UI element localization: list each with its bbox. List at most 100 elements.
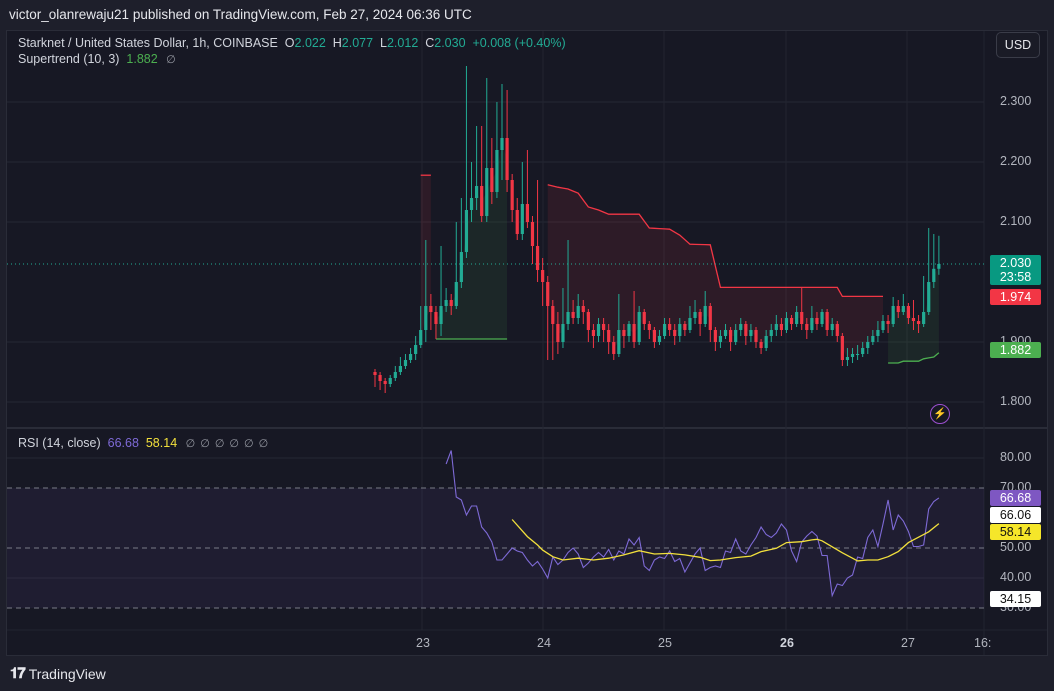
candle-body	[749, 330, 753, 336]
low-value: 2.012	[386, 36, 419, 50]
candle-body	[850, 354, 855, 357]
candle-body	[886, 321, 890, 324]
candle-body	[612, 342, 616, 354]
candle-body	[637, 312, 641, 342]
brand-name: TradingView	[28, 665, 106, 682]
price-tick-label: 2.200	[1000, 154, 1032, 168]
lightning-icon[interactable]: ⚡	[930, 404, 950, 424]
candle-body	[713, 330, 717, 342]
last-price-badge: 2.030 23:58	[990, 255, 1041, 285]
rsi-tick-label: 50.00	[1000, 540, 1032, 554]
rsi-ma-badge: 58.14	[990, 524, 1041, 540]
candle-body	[840, 336, 844, 360]
candle-body	[535, 246, 540, 270]
rsi-tick-label: 80.00	[1000, 450, 1032, 464]
symbol-title: Starknet / United States Dollar, 1h, COI…	[18, 36, 278, 50]
candle-body	[784, 318, 789, 330]
candle-body	[789, 318, 794, 324]
close-value: 2.030	[434, 36, 466, 50]
rsi-ma-value: 58.14	[145, 436, 178, 450]
candle-body	[901, 306, 905, 312]
supertrend-label: Supertrend (10, 3)	[18, 52, 120, 66]
candle-body	[561, 324, 565, 342]
empty-value-icon: ∅	[258, 438, 269, 450]
rsi-tick-label: 40.00	[1000, 570, 1032, 584]
candle-body	[642, 312, 646, 324]
tradingview-logo-icon: 𝟏𝟕	[10, 665, 26, 682]
candle-body	[591, 330, 596, 336]
candle-body	[703, 306, 707, 324]
time-tick-label: 23	[416, 636, 430, 650]
candle-body	[617, 330, 621, 354]
supertrend-legend[interactable]: Supertrend (10, 3) 1.882 ∅	[18, 52, 176, 66]
candle-body	[627, 324, 631, 336]
symbol-legend: Starknet / United States Dollar, 1h, COI…	[18, 36, 566, 50]
candle-body	[444, 300, 448, 306]
candle-body	[596, 324, 601, 336]
candle-body	[708, 306, 712, 330]
candle-body	[454, 282, 458, 306]
candle-body	[820, 312, 824, 324]
candle-body	[500, 138, 504, 150]
candle-body	[383, 381, 387, 384]
candle-body	[856, 354, 860, 355]
candle-body	[485, 168, 489, 216]
candle-body	[602, 324, 606, 330]
supertrend-up-badge: 1.882	[990, 342, 1041, 358]
time-tick-label: 27	[901, 636, 915, 650]
candle-body	[795, 312, 799, 324]
candle-body	[683, 324, 687, 330]
empty-value-icon: ∅	[166, 54, 176, 66]
candle-body	[916, 321, 921, 324]
candle-body	[525, 204, 529, 222]
time-tick-label: 25	[658, 636, 672, 650]
candle-body	[754, 330, 758, 342]
candle-body	[439, 306, 443, 324]
candle-body	[373, 372, 377, 375]
candle-body	[932, 268, 936, 282]
candle-body	[769, 330, 773, 336]
candle-body	[937, 264, 941, 269]
candle-body	[510, 180, 514, 210]
candle-body	[515, 210, 519, 234]
candle-body	[495, 150, 499, 192]
candle-body	[556, 324, 560, 342]
candle-body	[845, 357, 850, 360]
candle-body	[734, 330, 738, 342]
chart-canvas[interactable]	[0, 0, 1054, 691]
candle-body	[693, 312, 697, 318]
rsi-legend[interactable]: RSI (14, close) 66.68 58.14 ∅ ∅ ∅ ∅ ∅ ∅	[18, 436, 268, 450]
bar-countdown: 23:58	[999, 270, 1032, 284]
candle-body	[551, 306, 555, 324]
candle-body	[657, 336, 662, 342]
time-tick-label: 16:	[974, 636, 992, 650]
time-tick-label: 24	[537, 636, 551, 650]
candle-body	[911, 318, 916, 321]
footer-branding[interactable]: 𝟏𝟕 TradingView	[10, 665, 106, 682]
candle-body	[779, 324, 783, 330]
candle-body	[718, 336, 723, 342]
candle-body	[459, 252, 463, 282]
rsi-label: RSI (14, close)	[18, 436, 101, 450]
candle-body	[520, 204, 524, 234]
candle-body	[652, 330, 656, 342]
candle-body	[393, 372, 397, 378]
currency-button[interactable]: USD	[996, 32, 1040, 58]
candle-body	[607, 330, 611, 342]
candle-body	[896, 306, 900, 312]
candle-body	[800, 312, 804, 324]
candle-body	[378, 375, 382, 381]
candle-body	[835, 324, 839, 336]
candle-body	[408, 354, 413, 360]
empty-value-icon: ∅	[229, 438, 239, 450]
rsi-lower-badge: 34.15	[990, 591, 1041, 607]
candle-body	[581, 306, 585, 312]
time-tick-label: 26	[780, 636, 794, 650]
candle-body	[475, 186, 479, 198]
candle-body	[825, 312, 829, 330]
candle-body	[698, 312, 702, 324]
candle-body	[469, 198, 474, 210]
candle-body	[647, 324, 651, 330]
candle-body	[876, 330, 880, 336]
candle-body	[866, 342, 870, 348]
